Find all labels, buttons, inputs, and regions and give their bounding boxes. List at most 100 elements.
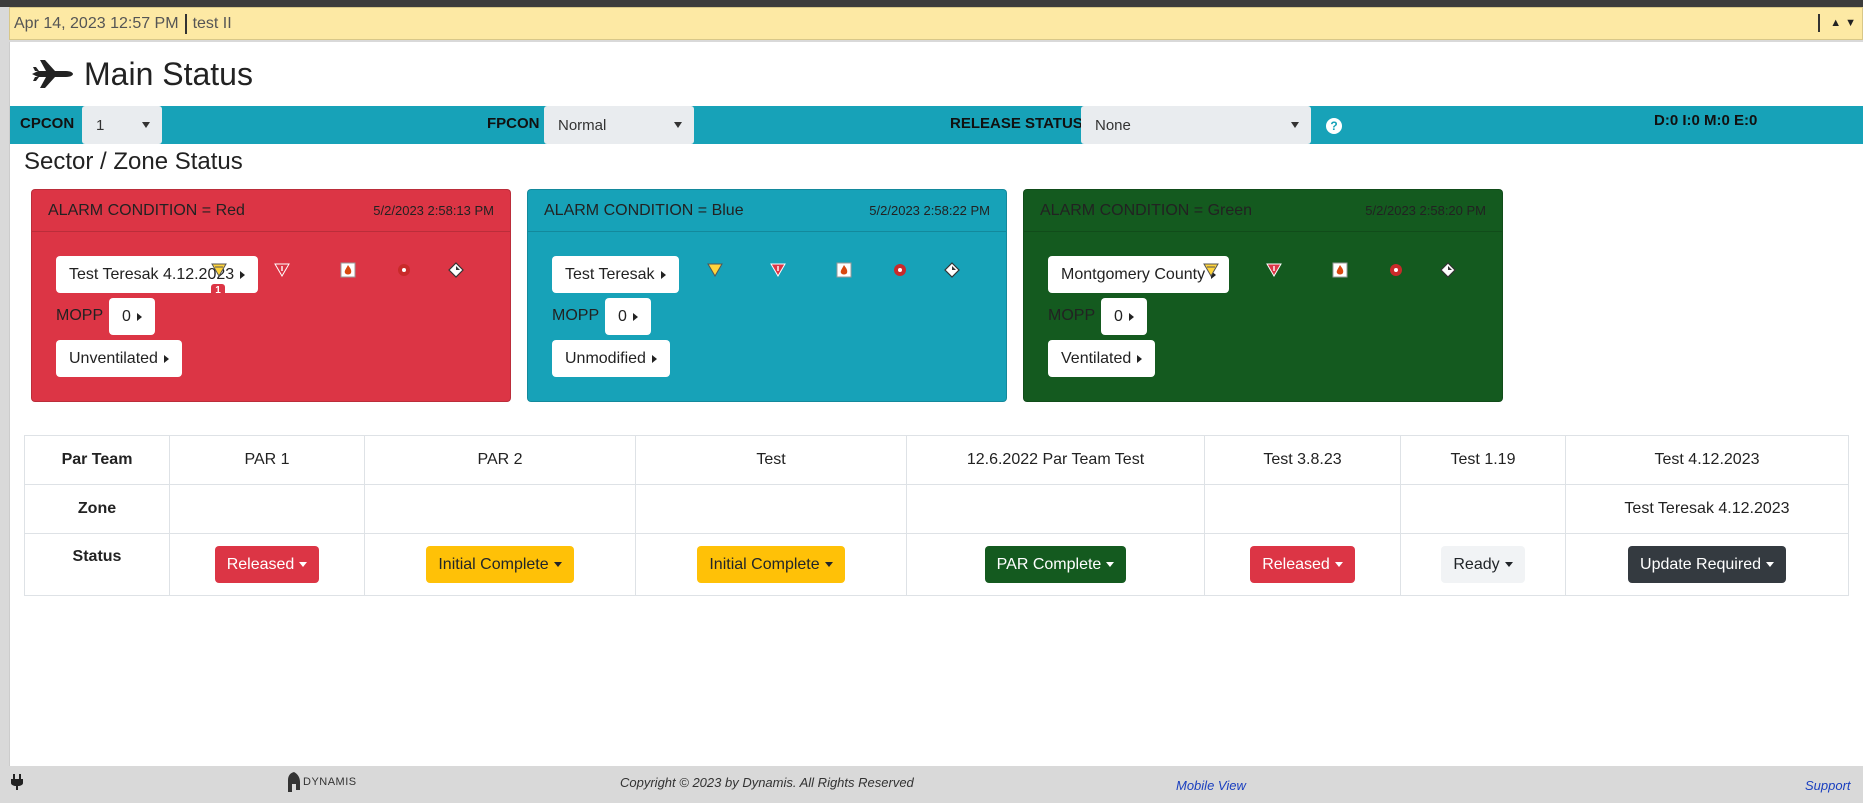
zone-name-button[interactable]: Test Teresak (552, 256, 679, 293)
par-zone (1400, 484, 1566, 534)
caret-right-icon (136, 312, 142, 321)
yellow-warning-triangle-icon[interactable] (211, 262, 227, 278)
page-header: Main Status (10, 42, 1863, 106)
zone-card-red: ALARM CONDITION = Red 5/2/2023 2:58:13 P… (31, 189, 511, 402)
mopp-label: MOPP (56, 307, 104, 324)
caret-right-icon (1137, 354, 1143, 363)
fire-hazard-icon[interactable] (340, 262, 356, 278)
status-cell: Released (169, 533, 365, 596)
chevron-down-icon (1291, 122, 1299, 128)
logo-text: DYNAMIS (303, 776, 357, 788)
mopp-button[interactable]: 0 (605, 298, 651, 335)
caret-right-icon (163, 354, 169, 363)
chevron-down-icon (142, 122, 150, 128)
caret-down-icon (553, 562, 562, 567)
zone-name-button[interactable]: Montgomery County (1048, 256, 1230, 293)
status-dropdown-button[interactable]: Released (214, 546, 320, 583)
diamond-marker-icon[interactable] (448, 262, 464, 278)
release-status-value: None (1095, 116, 1131, 134)
zone-card-green: ALARM CONDITION = Green 5/2/2023 2:58:20… (1023, 189, 1503, 402)
table-row: Status Released Initial Complete Initial… (24, 533, 1849, 596)
fire-hazard-icon[interactable] (1332, 262, 1348, 278)
status-label: Released (226, 555, 295, 573)
fpcon-select[interactable]: Normal (544, 106, 694, 144)
support-link[interactable]: Support (1805, 778, 1851, 793)
par-team-name: PAR 2 (364, 435, 636, 485)
status-cell: PAR Complete (906, 533, 1205, 596)
cpcon-label: CPCON (20, 115, 75, 132)
par-team-name: Test (635, 435, 907, 485)
diamond-marker-icon[interactable] (944, 262, 960, 278)
cpcon-select[interactable]: 1 (82, 106, 162, 144)
ventilation-value: Ventilated (1061, 349, 1132, 367)
biohazard-icon[interactable] (892, 262, 908, 278)
scroll-down-icon[interactable]: ▼ (1845, 17, 1856, 29)
caret-down-icon (824, 562, 833, 567)
ventilation-button[interactable]: Unmodified (552, 340, 670, 377)
alarm-condition: ALARM CONDITION = Blue (544, 201, 744, 219)
status-cell: Update Required (1565, 533, 1849, 596)
zone-name-button[interactable]: Test Teresak 4.12.2023 (56, 256, 259, 293)
biohazard-icon[interactable] (1388, 262, 1404, 278)
status-dropdown-button[interactable]: Released (1250, 546, 1355, 583)
zone-name: Test Teresak 4.12.2023 (69, 265, 235, 283)
red-triangle-alert-icon[interactable] (1266, 262, 1282, 278)
help-icon[interactable]: ? (1326, 118, 1342, 134)
alarm-condition: ALARM CONDITION = Green (1040, 201, 1253, 219)
title-bar: Apr 14, 2023 12:57 PM test II ▲ ▼ (9, 7, 1863, 40)
sector-zone-title: Sector / Zone Status (24, 148, 243, 175)
caret-right-icon (632, 312, 638, 321)
status-cell: Ready (1400, 533, 1566, 596)
yellow-warning-triangle-icon[interactable] (1203, 262, 1219, 278)
status-label: Released (1262, 555, 1330, 573)
status-label: PAR Complete (996, 555, 1102, 573)
zone-card-header: ALARM CONDITION = Blue 5/2/2023 2:58:22 … (528, 190, 1006, 232)
red-triangle-alert-icon[interactable] (274, 262, 290, 278)
fpcon-value: Normal (558, 116, 607, 134)
diamond-marker-icon[interactable] (1440, 262, 1456, 278)
fire-hazard-icon[interactable] (836, 262, 852, 278)
row-label-par-team: Par Team (24, 435, 170, 485)
caret-down-icon (1504, 562, 1513, 567)
row-label-status: Status (24, 533, 170, 596)
status-dropdown-button[interactable]: Update Required (1628, 546, 1786, 583)
status-dropdown-button[interactable]: Initial Complete (426, 546, 574, 583)
alarm-timestamp: 5/2/2023 2:58:22 PM (869, 203, 990, 218)
mopp-button[interactable]: 0 (1101, 298, 1147, 335)
zone-card-header: ALARM CONDITION = Red 5/2/2023 2:58:13 P… (32, 190, 510, 232)
zone-card-header: ALARM CONDITION = Green 5/2/2023 2:58:20… (1024, 190, 1502, 232)
status-cell: Initial Complete (364, 533, 636, 596)
plug-icon[interactable] (10, 774, 24, 790)
mopp-label: MOPP (1048, 307, 1096, 324)
caret-right-icon (660, 270, 666, 279)
ventilation-button[interactable]: Unventilated (56, 340, 182, 377)
par-zone: Test Teresak 4.12.2023 (1565, 484, 1849, 534)
status-label: Initial Complete (709, 555, 820, 573)
mobile-view-link[interactable]: Mobile View (1176, 778, 1246, 793)
title-user: test II (192, 14, 232, 32)
status-dropdown-button[interactable]: Initial Complete (697, 546, 845, 583)
mopp-value: 0 (122, 307, 131, 325)
yellow-warning-triangle-icon[interactable] (707, 262, 723, 278)
caret-right-icon (1128, 312, 1134, 321)
biohazard-icon[interactable] (396, 262, 412, 278)
status-dropdown-button[interactable]: PAR Complete (984, 546, 1127, 583)
status-cell: Initial Complete (635, 533, 907, 596)
ventilation-button[interactable]: Ventilated (1048, 340, 1156, 377)
par-team-name: PAR 1 (169, 435, 365, 485)
par-zone (364, 484, 636, 534)
mopp-button[interactable]: 0 (109, 298, 155, 335)
red-triangle-alert-icon[interactable] (770, 262, 786, 278)
titlebar-controls: ▲ ▼ (1818, 14, 1856, 32)
window-top-strip (0, 0, 1863, 7)
mopp-label: MOPP (552, 307, 600, 324)
page-title: Main Status (84, 55, 253, 92)
caret-down-icon (1106, 562, 1115, 567)
release-status-select[interactable]: None (1081, 106, 1311, 144)
status-dropdown-button[interactable]: Ready (1441, 546, 1525, 583)
caret-right-icon (240, 270, 246, 279)
status-cell: Released (1204, 533, 1401, 596)
par-team-name: Test 1.19 (1400, 435, 1566, 485)
scroll-up-icon[interactable]: ▲ (1830, 17, 1841, 29)
ventilation-value: Unventilated (69, 349, 158, 367)
